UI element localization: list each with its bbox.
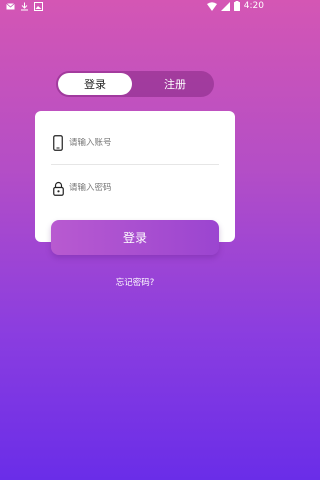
account-field xyxy=(51,131,219,155)
signal-icon xyxy=(220,1,230,11)
status-time: 4:20 xyxy=(243,1,264,11)
tab-register[interactable]: 注册 xyxy=(138,73,212,95)
status-icons-right: 4:20 xyxy=(206,1,264,11)
wifi-icon xyxy=(206,1,217,11)
auth-tabs: 登录 注册 xyxy=(56,71,214,97)
lock-icon xyxy=(51,179,65,197)
account-input[interactable] xyxy=(69,138,209,148)
battery-icon xyxy=(233,1,240,11)
password-field xyxy=(51,176,219,200)
tab-login[interactable]: 登录 xyxy=(58,73,132,95)
status-bar: 4:20 xyxy=(0,0,270,14)
forgot-password-link[interactable]: 忘记密码? xyxy=(0,276,270,288)
mail-icon xyxy=(6,2,15,11)
phone-icon xyxy=(51,134,65,152)
password-input[interactable] xyxy=(69,183,209,193)
field-divider xyxy=(51,164,219,165)
status-icons-left xyxy=(6,2,43,11)
login-button[interactable]: 登录 xyxy=(51,220,219,255)
download-icon xyxy=(20,2,29,11)
image-icon xyxy=(34,2,43,11)
